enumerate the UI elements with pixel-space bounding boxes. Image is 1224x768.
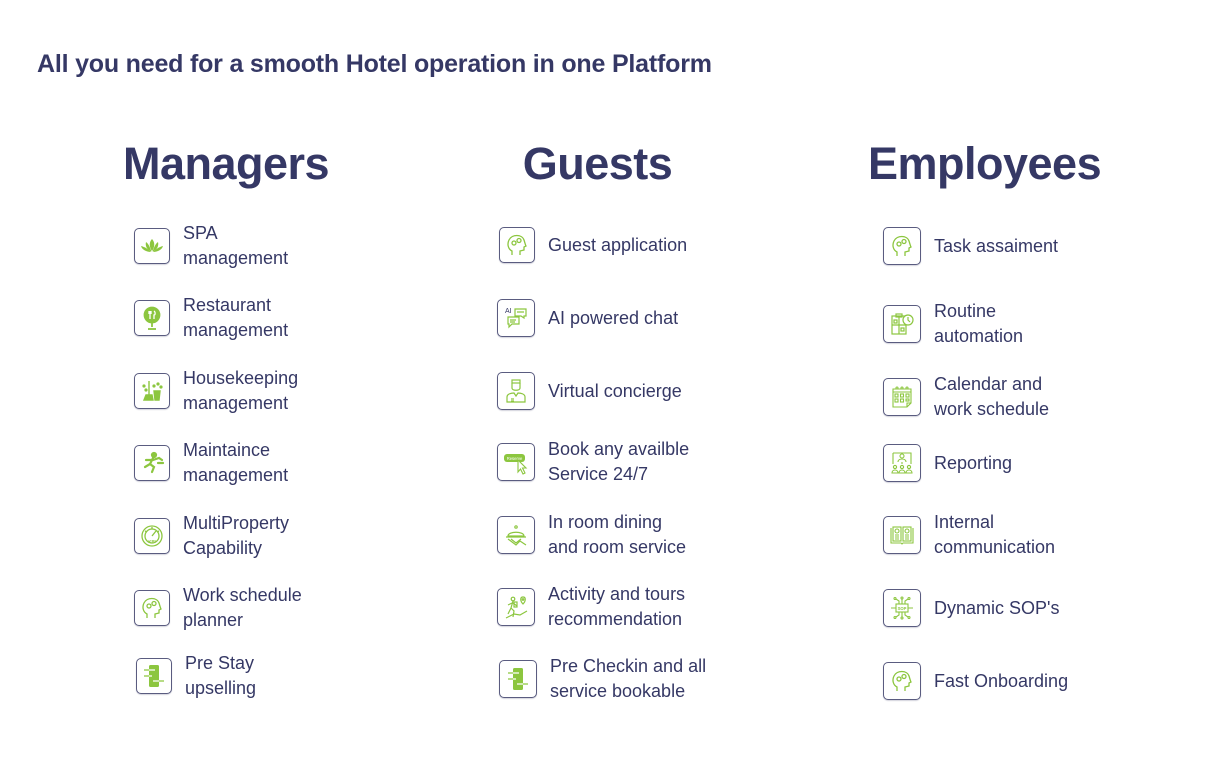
calendar-icon (883, 378, 921, 416)
feature-label-line2: management (183, 320, 289, 340)
column-title-managers: Managers (122, 138, 330, 189)
clipboard-clock-icon (883, 305, 921, 343)
feature-label-line1: Activity and tours (548, 584, 686, 604)
feature-work-schedule-planner: Work schedule planner (134, 583, 302, 633)
feature-multiproperty-capability: KPI MultiProperty Capability (134, 511, 289, 561)
feature-label-line1: In room dining (548, 512, 663, 532)
feature-virtual-concierge: Virtual concierge (497, 372, 682, 410)
repairman-running-icon (134, 445, 170, 481)
feature-restaurant-management: Restaurant management (134, 293, 288, 343)
kpi-gauge-icon: KPI (134, 518, 170, 554)
feature-label-line2: management (183, 248, 289, 268)
feature-label-line1: Housekeeping (183, 368, 299, 388)
svg-text:AI: AI (505, 308, 512, 315)
feature-label-line1: Calendar and (934, 374, 1043, 394)
feature-calendar-work-schedule: Calendar and work schedule (883, 372, 1049, 422)
broom-bucket-icon (134, 373, 170, 409)
feature-label-line1: MultiProperty (183, 513, 290, 533)
concierge-icon (497, 372, 535, 410)
restaurant-pin-icon (134, 300, 170, 336)
head-gears-icon (499, 227, 535, 263)
feature-label-line1: Routine (934, 301, 997, 321)
feature-label-line2: management (183, 393, 289, 413)
column-title-guests: Guests (522, 138, 673, 189)
reserve-click-icon: Reserve (497, 443, 535, 481)
feature-activity-tours: Activity and tours recommendation (497, 582, 685, 632)
mobile-flow-icon (499, 660, 537, 698)
feature-in-room-dining: In room dining and room service (497, 510, 686, 560)
room-service-icon (497, 516, 535, 554)
feature-label-line2: work schedule (934, 399, 1050, 419)
reserve-badge-text: Reserve (507, 456, 523, 461)
feature-internal-communication: Internal communication (883, 510, 1055, 560)
feature-task-assaiment: Task assaiment (883, 227, 1058, 265)
feature-maintaince-management: Maintaince management (134, 438, 288, 488)
feature-label-line2: upselling (185, 678, 257, 698)
feature-label-line1: SPA (183, 223, 218, 243)
feature-label-line2: service bookable (550, 681, 686, 701)
sop-chip-icon: SOP (883, 589, 921, 627)
sop-badge-text: SOP (898, 606, 907, 611)
feature-label-line2: automation (934, 326, 1024, 346)
feature-label-line1: Maintaince (183, 440, 271, 460)
feature-routine-automation: Routine automation (883, 299, 1023, 349)
feature-label-line2: management (183, 465, 289, 485)
head-gears-icon (134, 590, 170, 626)
feature-pre-checkin: Pre Checkin and all service bookable (499, 654, 706, 704)
column-title-employees: Employees (868, 138, 1102, 189)
feature-label-line2: Service 24/7 (548, 464, 649, 484)
svg-text:KPI: KPI (148, 539, 156, 544)
feature-label-line1: Dynamic SOP's (934, 597, 1060, 618)
feature-label-line1: Pre Checkin and all (550, 656, 707, 676)
feature-label-line1: Work schedule (183, 585, 302, 605)
feature-label-line2: recommendation (548, 609, 683, 629)
feature-label-line1: Book any availble (548, 439, 690, 459)
hiker-location-icon (497, 588, 535, 626)
feature-label-line2: and room service (548, 537, 687, 557)
feature-label-line1: Fast Onboarding (934, 670, 1069, 691)
feature-label-line1: Internal (934, 512, 995, 532)
feature-label-line1: Reporting (934, 452, 1013, 473)
feature-label-line2: planner (183, 610, 244, 630)
presentation-team-icon (883, 444, 921, 482)
open-book-icon (883, 516, 921, 554)
page-headline: All you need for a smooth Hotel operatio… (37, 50, 712, 78)
mobile-flow-icon (136, 658, 172, 694)
feature-guest-application: Guest application (499, 227, 687, 263)
feature-book-any-service: Reserve Book any availble Service 24/7 (497, 437, 689, 487)
feature-housekeeping-management: Housekeeping management (134, 366, 298, 416)
feature-label-line2: Capability (183, 538, 263, 558)
feature-dynamic-sops: SOP Dynamic SOP's (883, 589, 1059, 627)
feature-spa-management: SPA management (134, 221, 288, 271)
feature-label-line1: Guest application (548, 234, 688, 255)
feature-label-line2: communication (934, 537, 1056, 557)
feature-label-line1: Virtual concierge (548, 380, 682, 401)
feature-label-line1: Task assaiment (934, 235, 1059, 256)
feature-ai-powered-chat: AI AI powered chat (497, 299, 678, 337)
head-gears-icon (883, 662, 921, 700)
head-gears-icon (883, 227, 921, 265)
feature-pre-stay-upselling: Pre Stay upselling (136, 651, 256, 701)
ai-chat-icon: AI (497, 299, 535, 337)
feature-label-line1: Restaurant (183, 295, 272, 315)
feature-label-line1: Pre Stay (185, 653, 255, 673)
lotus-icon (134, 228, 170, 264)
feature-label-line1: AI powered chat (548, 307, 679, 328)
feature-fast-onboarding: Fast Onboarding (883, 662, 1068, 700)
feature-reporting: Reporting (883, 444, 1012, 482)
